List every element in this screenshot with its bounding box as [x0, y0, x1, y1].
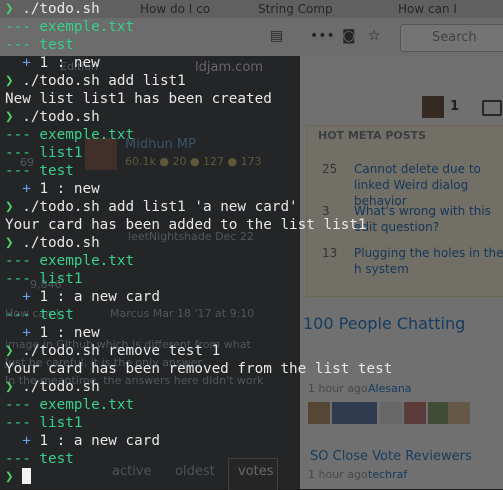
output-text: Your card has been removed from the list… [5, 361, 393, 377]
card-item-text: 1 : new [39, 325, 100, 341]
list-name-line: --- list1 [5, 144, 392, 162]
card-item-line: + 1 : new [5, 54, 392, 72]
list-name-line: --- test [5, 450, 392, 468]
prompt-arrow-icon: ❯ [5, 199, 23, 215]
output-text: New list list1 has been created [5, 91, 272, 107]
card-item-text: 1 : a new card [39, 433, 160, 449]
browser-tab-3[interactable]: How can I [398, 0, 498, 18]
output-line: Your card has been removed from the list… [5, 360, 392, 378]
output-line: Your card has been added to the list lis… [5, 216, 392, 234]
card-item-line: + 1 : new [5, 180, 392, 198]
inbox-icon[interactable] [482, 100, 502, 116]
command-line: ❯ ./todo.sh [5, 378, 392, 396]
list-name: --- test [5, 451, 74, 467]
chat-user-avatar[interactable] [404, 402, 426, 424]
card-item-text: 1 : new [39, 55, 100, 71]
command-line: ❯ ./todo.sh remove test 1 [5, 342, 392, 360]
plus-bullet-icon: + [22, 55, 40, 71]
plus-bullet-icon: + [22, 289, 40, 305]
active-prompt-line: ❯ [5, 468, 392, 486]
list-name: --- list1 [5, 271, 83, 287]
command-line: ❯ ./todo.sh [5, 234, 392, 252]
command-text: ./todo.sh add list1 'a new card' [22, 199, 298, 215]
chat-user-avatar[interactable] [448, 402, 470, 424]
terminal-output[interactable]: ❯ ./todo.sh --- exemple.txt --- test + 1 :… [5, 0, 392, 486]
output-line: New list list1 has been created [5, 90, 392, 108]
card-item-line: + 1 : a new card [5, 432, 392, 450]
command-text: ./todo.sh [22, 1, 100, 17]
prompt-arrow-icon: ❯ [5, 379, 23, 395]
output-text: Your card has been added to the list lis… [5, 217, 367, 233]
command-line: ❯ ./todo.sh [5, 108, 392, 126]
list-name: --- exemple.txt [5, 253, 135, 269]
command-text: ./todo.sh remove test 1 [22, 343, 221, 359]
plus-bullet-icon: + [22, 181, 40, 197]
list-name-line: --- exemple.txt [5, 18, 392, 36]
command-line: ❯ ./todo.sh add list1 [5, 72, 392, 90]
list-name-line: --- exemple.txt [5, 252, 392, 270]
text-cursor [22, 468, 32, 484]
list-name-line: --- list1 [5, 414, 392, 432]
command-text: ./todo.sh [22, 235, 100, 251]
card-item-text: 1 : a new card [39, 289, 160, 305]
card-item-text: 1 : new [39, 181, 100, 197]
list-name: --- test [5, 163, 74, 179]
list-name: --- test [5, 307, 74, 323]
command-text: ./todo.sh [22, 379, 100, 395]
card-item-line: + 1 : new [5, 324, 392, 342]
list-name: --- list1 [5, 415, 83, 431]
list-name: --- list1 [5, 145, 83, 161]
prompt-arrow-icon: ❯ [5, 343, 23, 359]
prompt-arrow-icon: ❯ [5, 469, 23, 485]
list-name: --- exemple.txt [5, 19, 135, 35]
notification-count: 1 [450, 99, 460, 114]
list-name-line: --- exemple.txt [5, 126, 392, 144]
plus-bullet-icon: + [22, 433, 40, 449]
prompt-arrow-icon: ❯ [5, 1, 23, 17]
plus-bullet-icon: + [22, 325, 40, 341]
list-name: --- exemple.txt [5, 397, 135, 413]
command-line: ❯ ./todo.sh [5, 0, 392, 18]
command-text: ./todo.sh [22, 109, 100, 125]
chat-user-avatar[interactable] [428, 402, 450, 424]
list-name-line: --- exemple.txt [5, 396, 392, 414]
prompt-arrow-icon: ❯ [5, 235, 23, 251]
prompt-arrow-icon: ❯ [5, 109, 23, 125]
prompt-arrow-icon: ❯ [5, 73, 23, 89]
browser-search-placeholder: Search [432, 30, 477, 45]
card-item-line: + 1 : a new card [5, 288, 392, 306]
list-name: --- test [5, 37, 74, 53]
list-name-line: --- test [5, 162, 392, 180]
command-text: ./todo.sh add list1 [22, 73, 186, 89]
list-name: --- exemple.txt [5, 127, 135, 143]
list-name-line: --- test [5, 36, 392, 54]
profile-avatar[interactable] [422, 96, 444, 118]
command-line: ❯ ./todo.sh add list1 'a new card' [5, 198, 392, 216]
list-name-line: --- test [5, 306, 392, 324]
list-name-line: --- list1 [5, 270, 392, 288]
